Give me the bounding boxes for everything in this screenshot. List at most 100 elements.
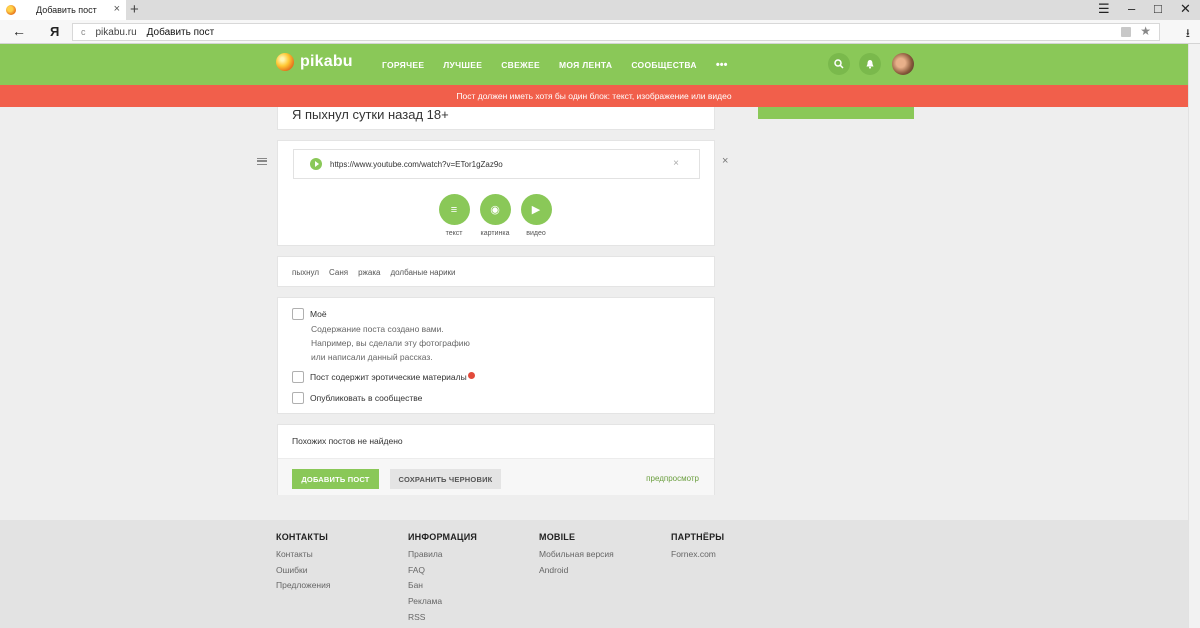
logo-text: pikabu: [300, 53, 353, 70]
reload-icon[interactable]: c: [81, 27, 86, 37]
more-menu-icon[interactable]: •••: [716, 59, 728, 71]
pikabu-favicon-icon: [6, 5, 16, 15]
footer-link[interactable]: Ошибки: [276, 563, 330, 579]
save-draft-button[interactable]: СОХРАНИТЬ ЧЕРНОВИК: [390, 469, 501, 489]
page-scrollbar[interactable]: [1188, 44, 1200, 628]
yandex-icon[interactable]: Я: [50, 24, 59, 39]
footer-link[interactable]: RSS: [408, 610, 477, 626]
url-page-title: Добавить пост: [146, 26, 215, 38]
mine-description-line: Например, вы сделали эту фотографию: [311, 338, 470, 348]
protect-icon[interactable]: [1121, 27, 1131, 37]
mine-checkbox[interactable]: [292, 308, 304, 320]
play-icon: [310, 158, 322, 170]
browser-tab-bar: Добавить пост × + ☰ – □ ✕: [0, 0, 1200, 20]
window-close-icon[interactable]: ✕: [1180, 2, 1191, 16]
tag[interactable]: Саня: [329, 268, 348, 277]
community-checkbox[interactable]: [292, 392, 304, 404]
pikabu-logo[interactable]: pikabu: [276, 53, 353, 71]
footer-column-info: ИНФОРМАЦИЯ Правила FAQ Бан Реклама RSS: [408, 532, 477, 626]
footer-link[interactable]: FAQ: [408, 563, 477, 579]
add-image-label: картинка: [480, 230, 510, 237]
add-text-label: текст: [445, 230, 463, 237]
mine-description-line: Содержание поста создано вами.: [311, 324, 444, 334]
browser-tab[interactable]: Добавить пост ×: [0, 0, 126, 20]
minimize-icon[interactable]: –: [1128, 2, 1135, 16]
tag[interactable]: ржака: [358, 268, 380, 277]
footer-column-contacts: КОНТАКТЫ Контакты Ошибки Предложения: [276, 532, 330, 594]
new-tab-button[interactable]: +: [130, 1, 139, 18]
back-arrow-icon[interactable]: ←: [12, 23, 26, 39]
tags-list: пыхнул Саня ржака долбаные нарики: [292, 268, 466, 277]
nav-my-feed[interactable]: МОЯ ЛЕНТА: [559, 60, 612, 70]
clear-url-icon[interactable]: ×: [673, 158, 679, 169]
footer-link[interactable]: Правила: [408, 547, 477, 563]
option-erotic[interactable]: Пост содержит эротические материалы: [292, 371, 475, 383]
footer-link[interactable]: Fornex.com: [671, 547, 724, 563]
option-community[interactable]: Опубликовать в сообществе: [292, 392, 422, 404]
similar-posts-text: Похожих постов не найдено: [292, 436, 403, 446]
similar-posts-card: Похожих постов не найдено ДОБАВИТЬ ПОСТ …: [277, 424, 715, 495]
add-video-label: видео: [526, 230, 546, 237]
tag[interactable]: долбаные нарики: [390, 268, 455, 277]
footer-link[interactable]: Android: [539, 563, 614, 579]
add-text-block-button[interactable]: ≡ текст: [433, 194, 475, 237]
bookmark-star-icon[interactable]: ★: [1140, 24, 1151, 38]
site-header: pikabu ГОРЯЧЕЕ ЛУЧШЕЕ СВЕЖЕЕ МОЯ ЛЕНТА С…: [0, 44, 1188, 85]
footer-column-partners: ПАРТНЁРЫ Fornex.com: [671, 532, 724, 563]
tags-field[interactable]: пыхнул Саня ржака долбаные нарики: [277, 256, 715, 287]
search-button[interactable]: [828, 53, 850, 75]
drag-handle-icon[interactable]: [257, 158, 267, 165]
post-actions: ДОБАВИТЬ ПОСТ СОХРАНИТЬ ЧЕРНОВИК предпро…: [278, 458, 714, 495]
tab-close-icon[interactable]: ×: [114, 4, 120, 15]
error-banner: Пост должен иметь хотя бы один блок: тек…: [0, 85, 1188, 107]
footer-link[interactable]: Реклама: [408, 594, 477, 610]
nav-communities[interactable]: СООБЩЕСТВА: [631, 60, 697, 70]
nav-fresh[interactable]: СВЕЖЕЕ: [501, 60, 540, 70]
community-label: Опубликовать в сообществе: [310, 393, 423, 403]
post-title-card: Я пыхнул сутки назад 18+: [277, 107, 715, 130]
option-mine[interactable]: Моё: [292, 308, 327, 320]
url-domain: pikabu.ru: [95, 26, 137, 38]
tab-title: Добавить пост: [36, 5, 97, 15]
sidebar-widget: [758, 107, 914, 119]
footer-link[interactable]: Контакты: [276, 547, 330, 563]
nav-hot[interactable]: ГОРЯЧЕЕ: [382, 60, 424, 70]
add-block-toolbar: ≡ текст ◉ картинка ▶ видео: [433, 194, 556, 237]
footer-link[interactable]: Бан: [408, 578, 477, 594]
preview-link[interactable]: предпросмотр: [646, 474, 699, 483]
add-post-button[interactable]: ДОБАВИТЬ ПОСТ: [292, 469, 379, 489]
user-avatar[interactable]: [892, 53, 914, 75]
post-title[interactable]: Я пыхнул сутки назад 18+: [292, 107, 449, 122]
video-url-text: https://www.youtube.com/watch?v=ETor1gZa…: [330, 159, 503, 169]
nav-best[interactable]: ЛУЧШЕЕ: [443, 60, 482, 70]
main-nav: ГОРЯЧЕЕ ЛУЧШЕЕ СВЕЖЕЕ МОЯ ЛЕНТА СООБЩЕСТ…: [382, 44, 727, 85]
post-options: Моё Содержание поста создано вами. Напри…: [277, 297, 715, 414]
camera-icon: ◉: [479, 194, 511, 225]
video-url-field[interactable]: https://www.youtube.com/watch?v=ETor1gZa…: [293, 149, 700, 179]
footer-link[interactable]: Мобильная версия: [539, 547, 614, 563]
footer-heading: КОНТАКТЫ: [276, 532, 329, 542]
video-block: https://www.youtube.com/watch?v=ETor1gZa…: [277, 140, 715, 246]
bell-icon: [866, 60, 874, 69]
footer-heading: ИНФОРМАЦИЯ: [408, 532, 478, 542]
maximize-icon[interactable]: □: [1154, 2, 1162, 16]
erotic-label-text: Пост содержит эротические материалы: [310, 372, 467, 382]
address-bar: ← Я c pikabu.ru Добавить пост ★ ⭳: [0, 20, 1200, 44]
url-field[interactable]: c pikabu.ru Добавить пост ★: [72, 23, 1160, 41]
footer-heading: ПАРТНЁРЫ: [671, 532, 725, 542]
footer-link[interactable]: Предложения: [276, 578, 330, 594]
add-video-block-button[interactable]: ▶ видео: [515, 194, 557, 237]
strawberry-icon: [467, 372, 475, 379]
remove-block-icon[interactable]: ×: [722, 155, 728, 167]
erotic-checkbox[interactable]: [292, 371, 304, 383]
notifications-button[interactable]: [859, 53, 881, 75]
mine-label: Моё: [310, 309, 327, 319]
tag[interactable]: пыхнул: [292, 268, 319, 277]
mine-description-line: или написали данный рассказ.: [311, 352, 433, 362]
text-icon: ≡: [438, 194, 470, 225]
footer-column-mobile: MOBILE Мобильная версия Android: [539, 532, 614, 578]
download-icon[interactable]: ⭳: [1186, 24, 1190, 45]
pikabu-logo-icon: [276, 53, 294, 71]
browser-menu-icon[interactable]: ☰: [1098, 2, 1110, 16]
add-image-block-button[interactable]: ◉ картинка: [474, 194, 516, 237]
